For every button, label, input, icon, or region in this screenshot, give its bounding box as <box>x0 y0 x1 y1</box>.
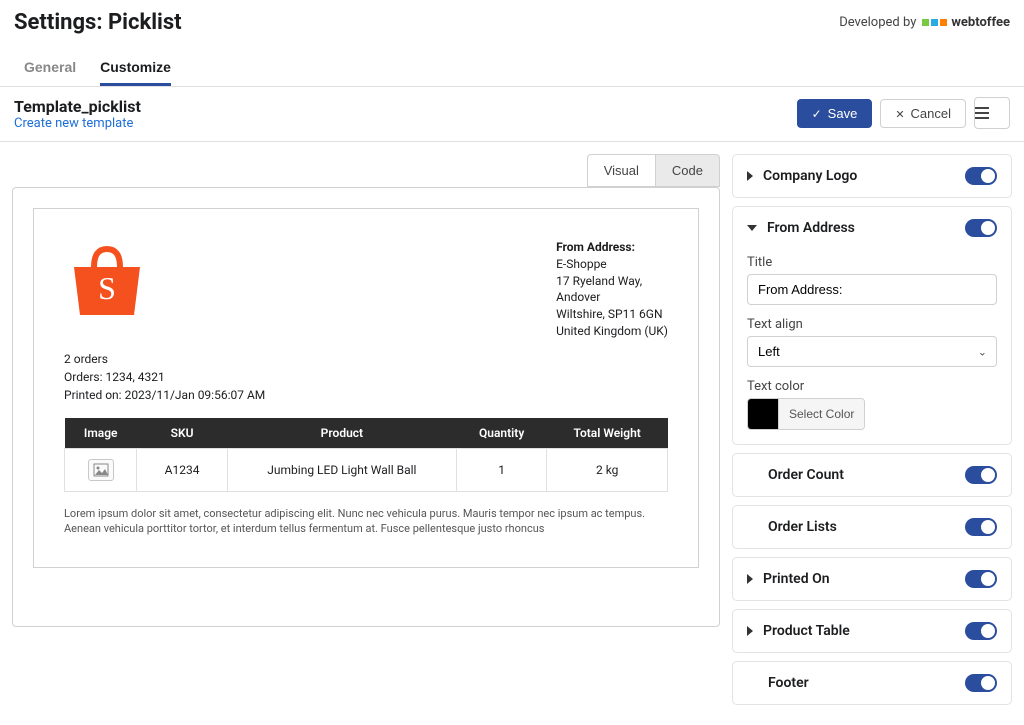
editor-tab-visual[interactable]: Visual <box>587 154 655 187</box>
title-input[interactable] <box>747 274 997 305</box>
caret-right-icon <box>747 626 753 636</box>
tab-general[interactable]: General <box>24 51 76 86</box>
table-header-row: Image SKU Product Quantity Total Weight <box>65 418 668 449</box>
check-icon <box>812 106 822 121</box>
from-address-line: Wiltshire, SP11 6GN <box>556 306 668 323</box>
col-weight: Total Weight <box>547 418 668 449</box>
panel-from-address-label: From Address <box>767 220 855 236</box>
preview-document: S From Address: E-Shoppe 17 Ryeland Way,… <box>33 208 699 568</box>
caret-right-icon <box>747 171 753 181</box>
preview-frame: S From Address: E-Shoppe 17 Ryeland Way,… <box>12 187 720 627</box>
panel-order-lists-label: Order Lists <box>768 519 837 535</box>
webtoffee-logo: webtoffee <box>922 15 1010 30</box>
tab-customize[interactable]: Customize <box>100 51 171 86</box>
toggle-printed-on[interactable] <box>965 570 997 588</box>
col-quantity: Quantity <box>456 418 546 449</box>
title-field-label: Title <box>747 255 997 270</box>
panel-printed-on-header[interactable]: Printed On <box>733 558 1011 600</box>
printed-on-text: Printed on: 2023/11/Jan 09:56:07 AM <box>64 386 668 404</box>
product-table: Image SKU Product Quantity Total Weight <box>64 418 668 492</box>
cancel-button[interactable]: Cancel <box>880 99 966 128</box>
create-new-template-link[interactable]: Create new template <box>14 116 141 131</box>
menu-button[interactable] <box>974 97 1010 129</box>
panel-footer-header[interactable]: Footer <box>733 662 1011 704</box>
cell-image <box>65 448 137 491</box>
text-align-select[interactable] <box>747 336 997 367</box>
toggle-order-lists[interactable] <box>965 518 997 536</box>
col-sku: SKU <box>137 418 227 449</box>
page-title: Settings: Picklist <box>14 10 182 35</box>
panel-company-logo-label: Company Logo <box>763 168 857 184</box>
from-address-line: 17 Ryeland Way, <box>556 273 668 290</box>
company-logo: S <box>64 239 150 319</box>
from-address-line: Andover <box>556 289 668 306</box>
order-meta: 2 orders Orders: 1234, 4321 Printed on: … <box>64 350 668 404</box>
image-placeholder-icon <box>88 459 114 481</box>
toggle-company-logo[interactable] <box>965 167 997 185</box>
panel-order-count-header[interactable]: Order Count <box>733 454 1011 496</box>
hamburger-icon <box>975 107 1009 119</box>
from-address-line: E-Shoppe <box>556 256 668 273</box>
panel-order-lists-header[interactable]: Order Lists <box>733 506 1011 548</box>
brand-name: webtoffee <box>951 15 1010 30</box>
text-align-label: Text align <box>747 317 997 332</box>
cell-weight: 2 kg <box>547 448 668 491</box>
cell-sku: A1234 <box>137 448 227 491</box>
panel-product-table-label: Product Table <box>763 623 850 639</box>
text-color-label: Text color <box>747 379 997 394</box>
col-product: Product <box>227 418 456 449</box>
developed-by: Developed by webtoffee <box>839 15 1010 30</box>
cancel-button-label: Cancel <box>911 106 951 121</box>
save-button[interactable]: Save <box>797 99 873 128</box>
panel-from-address-header[interactable]: From Address <box>733 207 1011 249</box>
select-color-button[interactable]: Select Color <box>778 399 864 429</box>
order-count-text: 2 orders <box>64 350 668 368</box>
main-tabs: General Customize <box>0 39 1024 87</box>
from-address-line: United Kingdom (UK) <box>556 323 668 340</box>
orders-list-text: Orders: 1234, 4321 <box>64 368 668 386</box>
panel-company-logo-header[interactable]: Company Logo <box>733 155 1011 197</box>
caret-down-icon <box>747 225 757 231</box>
developed-by-label: Developed by <box>839 15 916 30</box>
from-address-block: From Address: E-Shoppe 17 Ryeland Way, A… <box>556 239 668 340</box>
panel-order-count-label: Order Count <box>768 467 844 483</box>
from-address-title: From Address: <box>556 239 668 256</box>
editor-tabs: Visual Code <box>12 154 720 187</box>
table-row: A1234 Jumbing LED Light Wall Ball 1 2 kg <box>65 448 668 491</box>
footer-text: Lorem ipsum dolor sit amet, consectetur … <box>64 506 668 537</box>
panel-from-address-body: Title Text align ⌄ Text color Select Col… <box>733 249 1011 444</box>
panel-product-table-header[interactable]: Product Table <box>733 610 1011 652</box>
toggle-from-address[interactable] <box>965 219 997 237</box>
editor-tab-code[interactable]: Code <box>655 154 720 187</box>
cell-quantity: 1 <box>456 448 546 491</box>
color-swatch[interactable] <box>748 399 778 429</box>
svg-text:S: S <box>98 270 116 306</box>
toggle-order-count[interactable] <box>965 466 997 484</box>
toolbar: Template_picklist Create new template Sa… <box>0 87 1024 142</box>
panel-footer-label: Footer <box>768 675 809 691</box>
col-image: Image <box>65 418 137 449</box>
close-icon <box>895 106 904 121</box>
save-button-label: Save <box>828 106 858 121</box>
toggle-product-table[interactable] <box>965 622 997 640</box>
panel-printed-on-label: Printed On <box>763 571 830 587</box>
template-name: Template_picklist <box>14 97 141 116</box>
caret-right-icon <box>747 574 753 584</box>
cell-product: Jumbing LED Light Wall Ball <box>227 448 456 491</box>
settings-sidebar: Company Logo From Address Title Text <box>732 154 1012 713</box>
